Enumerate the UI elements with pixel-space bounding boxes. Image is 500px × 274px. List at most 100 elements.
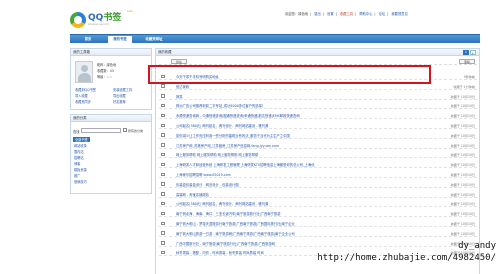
- bookmark-title[interactable]: 上海家乐招聘招聘 www.05019.com: [176, 172, 231, 177]
- category-item[interactable]: 博客: [74, 161, 80, 166]
- category-item[interactable]: 推广: [74, 173, 80, 178]
- bookmark-title[interactable]: 如何减少让工作负压利用一些分析的建筑业有效法_服务于当代为主生产之中国: [176, 133, 290, 138]
- bookmark-row[interactable]: 上海家乐招聘招聘 www.05019.com 收藏于 10月10日: [159, 171, 477, 178]
- category-item[interactable]: 模板资源: [74, 167, 87, 172]
- bookmark-checkbox[interactable]: [161, 201, 165, 206]
- search-scope-checkbox[interactable]: [123, 128, 127, 132]
- bookmark-title[interactable]: 永顺快递查询网 - 中通快递查询|圆通快递查询|申通快递|韵达快递|EMS邮政快…: [176, 113, 300, 118]
- bookmark-checkbox[interactable]: [161, 133, 165, 137]
- bookmark-row[interactable]: 上海研发人才和经营系统 上海研发工程管理 上海研发KTV招聘信息上海都是你的总公…: [159, 161, 477, 169]
- bookmark-title[interactable]: 南宁到大明山旅游一日游 - 南宁旅游网|广西南宁旅游|广西南宁旅游|南宁企业公司: [176, 231, 295, 236]
- bookmark-row[interactable]: 搞笑 收藏于 10月10日: [159, 93, 477, 100]
- bookmark-title[interactable]: 信达家政: [176, 84, 189, 89]
- bookmark-title[interactable]: 秋冬男装 - 搭配 - 内衣 - 时尚男装 - 秋冬男装 时尚男装 时尚: [176, 250, 264, 255]
- bookmark-row[interactable]: 南宁到大明山 - 梦游天涯旅游行南宁旅游|广西南宁旅游|广西国际旅行社|南宁企业…: [159, 220, 477, 227]
- search-scope-label: 所有的分类: [128, 129, 144, 133]
- settings-link[interactable]: 设置: [327, 12, 334, 16]
- bookmark-checkbox[interactable]: [161, 182, 165, 186]
- bookmark-row[interactable]: 南宁到北海、海南、海口、三亚长途汽车|南宁旅游旅行社|广西南宁旅游 收藏于 10月…: [159, 210, 477, 218]
- category-all[interactable]: 全部书签: [73, 137, 90, 142]
- bookmark-row[interactable]: 江苏房产网_苏港房产网_江苏租房_江苏房产信息网-fang.jyyuan.com…: [159, 142, 477, 149]
- bookmark-checkbox[interactable]: [161, 113, 165, 118]
- bookmark-date: 收藏于 10月10日: [450, 133, 475, 138]
- bookmark-title[interactable]: 南宁到大明山 - 梦游天涯旅游行南宁旅游|广西南宁旅游|广西国际旅行社|南宁企业: [176, 221, 295, 226]
- bookmark-title[interactable]: 高端网 - 淘宝店铺靓站: [176, 192, 209, 197]
- bookmark-date: 收藏于 1分钟前: [453, 84, 475, 89]
- welcome-text: 欢迎您：绿色地: [285, 12, 309, 16]
- tab-favorites-sites[interactable]: 收藏夹网址: [140, 36, 168, 43]
- bookmark-row[interactable]: 永顺快递查询网 - 中通快递查询|圆通快递查询|申通快递|韵达快递|EMS邮政快…: [159, 112, 477, 120]
- tab-my-bookmarks[interactable]: 我的书签: [108, 36, 132, 43]
- bookmark-checkbox[interactable]: [161, 231, 165, 235]
- bookmark-checkbox[interactable]: [161, 221, 165, 225]
- bookmark-title[interactable]: 南宁到北海、海南、海口、三亚长途汽车|南宁旅游旅行社|广西南宁旅游: [176, 211, 280, 216]
- bookmark-row[interactable]: 如何减少让工作负压利用一些分析的建筑业有效法_服务于当代为主生产之中国 收藏于 1…: [159, 132, 477, 139]
- tool-link-sync[interactable]: 收藏夹同步: [75, 99, 91, 104]
- bookmark-checkbox[interactable]: [161, 192, 165, 196]
- bookmark-title[interactable]: 搞笑: [176, 94, 183, 99]
- bookmark-date: 收藏于 10月10日: [450, 114, 475, 119]
- help-link[interactable]: 帮助中心: [359, 12, 372, 16]
- logo-text: QQ书签 shuqian.qq.com: [88, 14, 121, 27]
- qq-bookmark-logo[interactable]: QQ书签 shuqian.qq.com beta: [70, 9, 133, 31]
- bookmark-checkbox[interactable]: [161, 94, 165, 98]
- bookmark-checkbox[interactable]: [161, 172, 165, 176]
- category-item[interactable]: 招聘站: [74, 155, 84, 160]
- delete-button[interactable]: 删除: [459, 59, 475, 64]
- bookmark-checkbox[interactable]: [161, 250, 165, 255]
- next-page-button[interactable]: ▸: [470, 50, 476, 55]
- bookmark-row[interactable]: 高端网 - 淘宝店铺靓站 收藏于 10月10日: [159, 191, 477, 198]
- tab-home[interactable]: 首页: [76, 36, 100, 43]
- separator: |: [387, 12, 389, 16]
- bookmark-title[interactable]: 公司起名(380元) 两刊起名、两刊设计、两刊网站建设 - 雅刊源: [176, 123, 268, 128]
- move-button[interactable]: 移动: [171, 59, 187, 64]
- tool-link-import[interactable]: 导入收藏: [75, 93, 88, 98]
- bookmark-row[interactable]: 公司起名(380元) 两刊起名、两刊设计、两刊网站建设 - 雅刊源 收藏于 10月…: [159, 122, 477, 129]
- bookmark-checkbox[interactable]: [161, 123, 165, 127]
- watermark-user: dy_andy: [458, 241, 496, 251]
- bookmark-checkbox[interactable]: [161, 241, 165, 245]
- tools-link[interactable]: 收藏工具: [340, 12, 353, 16]
- bookmark-date: 收藏于 10月10日: [450, 153, 475, 158]
- qq-logo-icon: [70, 12, 86, 28]
- bookmark-title[interactable]: 公司起名(380元) 两刊起名、两刊设计、两刊网站建设 - 雅刊源: [176, 201, 268, 206]
- tool-link-add[interactable]: 收藏到QQ书签: [75, 87, 96, 92]
- pagination: 1 ▸: [463, 50, 476, 55]
- bookmark-row[interactable]: 南宁到大明山旅游一日游 - 南宁旅游网|广西南宁旅游|广西南宁旅游|南宁企业公司…: [159, 230, 477, 237]
- highlight-box: [148, 65, 431, 84]
- category-search-input[interactable]: [81, 127, 121, 133]
- bookmark-title[interactable]: 广西中国旅行社 - 南宁旅游|南宁旅游行社|广西南宁旅游|广西旅游网: [176, 241, 275, 246]
- watermark-url: http://home.zhubajie.com/4982450/: [317, 253, 496, 263]
- bookmark-checkbox[interactable]: [161, 152, 165, 157]
- bookmark-row[interactable]: 包装盒包装盒设计 - 网页设计 - 包装设计图 收藏于 10月10日: [159, 181, 477, 188]
- forum-link[interactable]: 论坛: [379, 12, 386, 16]
- bookmark-date: 收藏于 10月10日: [450, 182, 475, 187]
- feedback-link[interactable]: 我要提意见: [391, 12, 407, 16]
- bookmark-checkbox[interactable]: [161, 211, 165, 216]
- bookmark-checkbox[interactable]: [161, 162, 165, 167]
- page-1-button[interactable]: 1: [463, 50, 469, 55]
- bookmark-checkbox[interactable]: [161, 84, 165, 88]
- bookmark-row[interactable]: 公司起名(380元) 两刊起名、两刊设计、两刊网站建设 - 雅刊源 收藏于 10月…: [159, 200, 477, 208]
- category-item[interactable]: 国内站: [74, 149, 84, 154]
- categories-title: 我的分类: [71, 115, 151, 122]
- bookmark-title[interactable]: 包装盒包装盒设计 - 网页设计 - 包装设计图: [176, 182, 239, 187]
- bookmark-row[interactable]: 株洲广告公司推荐到前二字号站_成功5000多位客户的选择！ 收藏于 10月10日: [159, 102, 477, 110]
- tool-link-export[interactable]: 导出收藏: [113, 93, 126, 98]
- bookmark-date: 9秒钟前: [463, 75, 475, 79]
- avatar: [75, 61, 93, 83]
- bookmark-checkbox[interactable]: [161, 103, 165, 108]
- bookmark-date: 收藏于 10月10日: [450, 94, 475, 99]
- bookmark-title[interactable]: 网上服务帮助 网上服务帮助 网上服务帮助 网上服务帮助: [176, 152, 258, 157]
- bookmark-checkbox[interactable]: [161, 143, 165, 147]
- bookmark-date: 收藏于 10月10日: [450, 231, 475, 236]
- category-item[interactable]: 营销技巧: [74, 179, 87, 184]
- bookmark-title[interactable]: 江苏房产网_苏港房产网_江苏租房_江苏房产信息网-fang.jyyuan.com: [176, 143, 279, 148]
- bookmark-title[interactable]: 上海研发人才和经营系统 上海研发工程管理 上海研发KTV招聘信息上海都是你的总公…: [176, 162, 315, 167]
- tool-link-recommend[interactable]: 好友推荐: [113, 99, 126, 104]
- tool-link-install[interactable]: 安装收藏工具: [113, 87, 132, 92]
- category-item[interactable]: 网站收录: [74, 143, 87, 148]
- bookmark-row[interactable]: 网上服务帮助 网上服务帮助 网上服务帮助 网上服务帮助 收藏于 10月10日: [159, 151, 477, 159]
- bookmark-title[interactable]: 株洲广告公司推荐到前二字号站_成功5000多位客户的选择！: [176, 103, 265, 108]
- logout-link[interactable]: 退出: [314, 12, 321, 16]
